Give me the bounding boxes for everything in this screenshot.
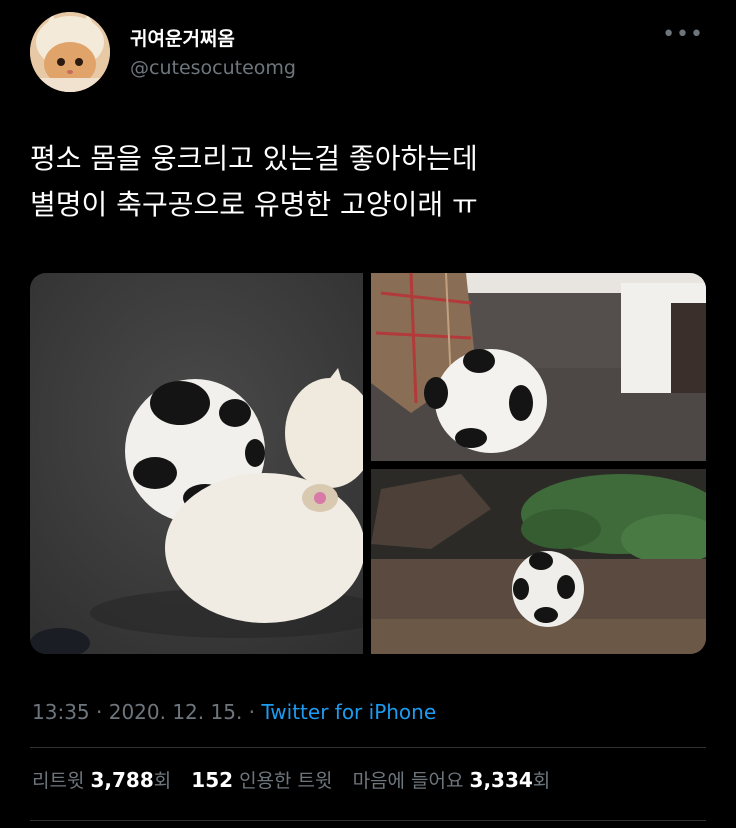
separator: · — [89, 700, 109, 724]
retweets-suffix: 회 — [153, 770, 172, 792]
photo-image — [30, 273, 363, 654]
display-name[interactable]: 귀여운거쩌옴 — [130, 24, 235, 51]
engagement-stats: 리트윗 3,788회 152 인용한 트윗 마음에 들어요 3,334회 — [32, 766, 564, 793]
tweet-text-line: 평소 몸을 웅크리고 있는걸 좋아하는데 — [30, 142, 478, 175]
tweet-date[interactable]: 2020. 12. 15. — [109, 700, 243, 724]
source-link[interactable]: Twitter for iPhone — [261, 700, 436, 724]
photo-image — [371, 469, 706, 654]
quotes-stat[interactable]: 152 인용한 트윗 — [191, 768, 333, 792]
quotes-count: 152 — [191, 768, 234, 792]
quotes-label: 인용한 트윗 — [233, 770, 333, 792]
photo-image — [371, 273, 706, 461]
media-grid — [30, 273, 706, 654]
user-handle[interactable]: @cutesocuteomg — [130, 57, 296, 79]
retweets-label: 리트윗 — [32, 770, 91, 792]
tweet-text-line: 별명이 축구공으로 유명한 고양이래 ㅠ — [30, 188, 478, 221]
avatar[interactable] — [30, 12, 110, 92]
divider — [30, 820, 706, 821]
photo-cats-on-asphalt[interactable] — [30, 273, 363, 654]
more-options-icon[interactable]: ••• — [662, 22, 704, 47]
photo-cat-on-sofa[interactable] — [371, 273, 706, 461]
likes-stat[interactable]: 마음에 들어요 3,334회 — [352, 768, 551, 792]
cat-avatar-icon — [30, 12, 110, 92]
retweets-count: 3,788 — [90, 768, 154, 792]
photo-cat-on-dirt[interactable] — [371, 469, 706, 654]
likes-suffix: 회 — [532, 770, 551, 792]
likes-count: 3,334 — [469, 768, 533, 792]
tweet-text: 평소 몸을 웅크리고 있는걸 좋아하는데 별명이 축구공으로 유명한 고양이래 … — [30, 136, 710, 228]
separator: · — [242, 700, 262, 724]
likes-label: 마음에 들어요 — [352, 770, 470, 792]
divider — [30, 747, 706, 748]
tweet-time[interactable]: 13:35 — [32, 700, 90, 724]
tweet-meta: 13:35 · 2020. 12. 15. · Twitter for iPho… — [32, 700, 436, 724]
retweets-stat[interactable]: 리트윗 3,788회 — [32, 768, 172, 792]
